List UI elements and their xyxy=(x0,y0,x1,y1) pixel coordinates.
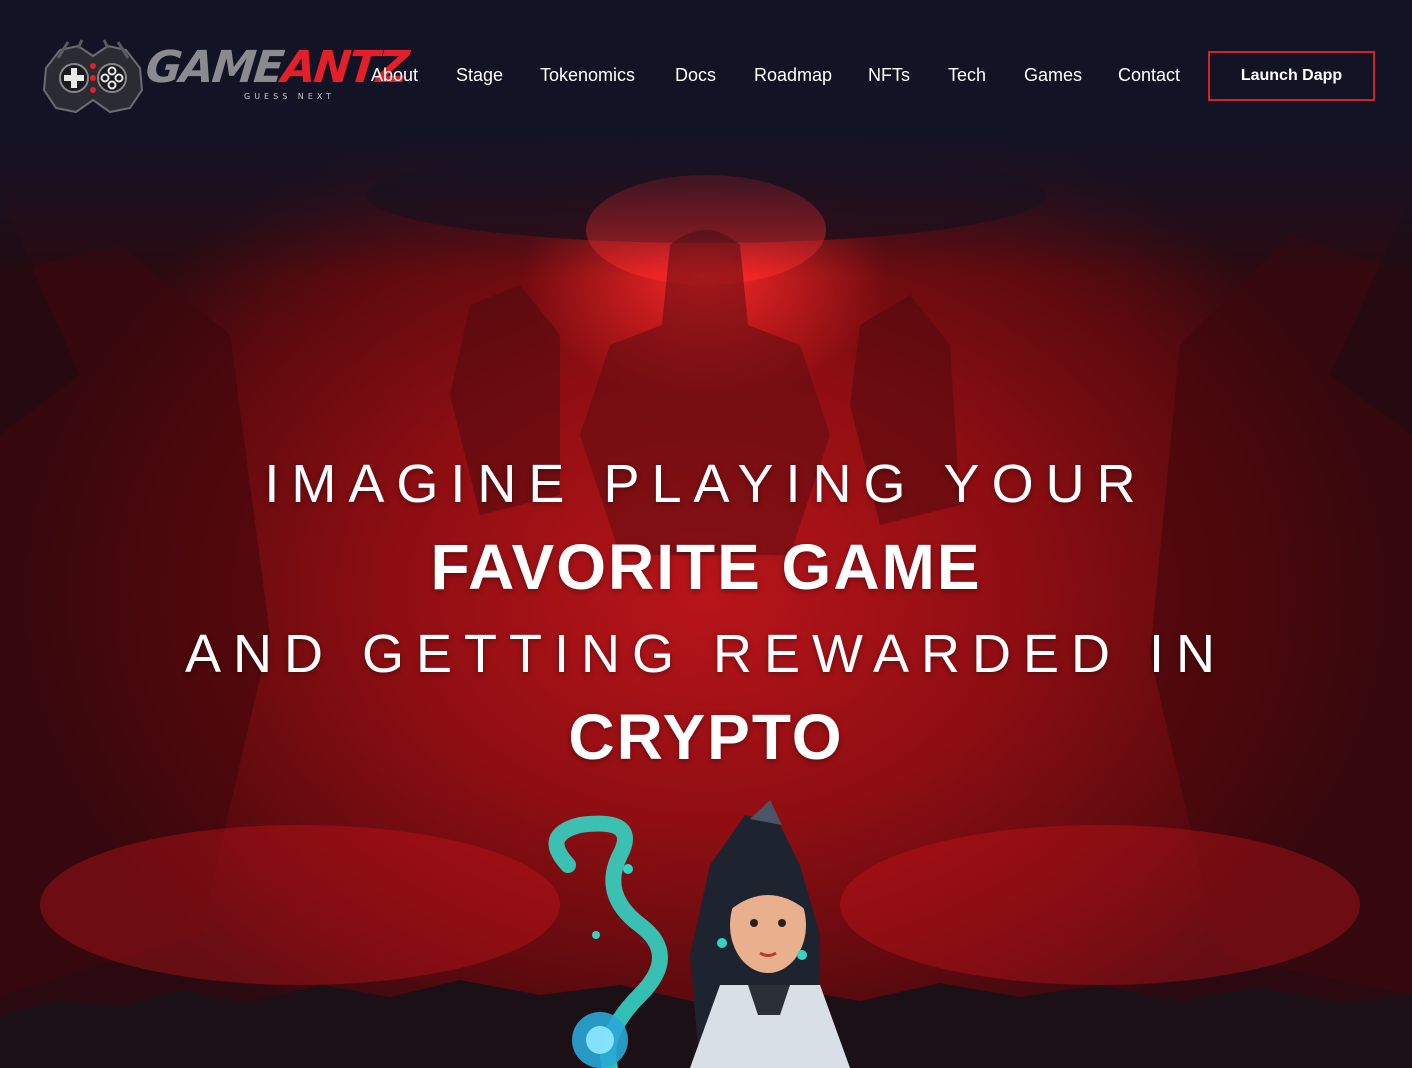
hero-headline-line-2: FAVORITE GAME xyxy=(430,531,982,603)
nav-tokenomics[interactable]: Tokenomics xyxy=(540,62,635,88)
nav-about[interactable]: About xyxy=(371,62,418,88)
nav-contact[interactable]: Contact xyxy=(1118,62,1180,88)
hero-section: IMAGINE PLAYING YOUR FAVORITE GAME AND G… xyxy=(0,135,1412,1068)
launch-dapp-button[interactable]: Launch Dapp xyxy=(1208,51,1375,101)
hero-headline-line-4: CRYPTO xyxy=(568,701,844,773)
nav-roadmap[interactable]: Roadmap xyxy=(754,62,832,88)
nav-stage[interactable]: Stage xyxy=(456,62,503,88)
nav-tech[interactable]: Tech xyxy=(948,62,986,88)
hero-headline-line-1: IMAGINE PLAYING YOUR xyxy=(264,454,1148,514)
nav-games[interactable]: Games xyxy=(1024,62,1082,88)
hero-headline-line-3: AND GETTING REWARDED IN xyxy=(184,624,1228,684)
gamepad-logo-icon xyxy=(42,39,144,114)
brand-wordmark: GAMEANTZ xyxy=(143,42,409,94)
hero-character-illustration xyxy=(548,800,850,1068)
brand-wordmark-part1: GAME xyxy=(143,42,285,93)
nav-nfts[interactable]: NFTs xyxy=(868,62,910,88)
hero-top-fade xyxy=(0,135,1412,275)
brand-logo[interactable]: GAMEANTZ GUESS NEXT xyxy=(38,34,410,120)
nav-docs[interactable]: Docs xyxy=(675,62,716,88)
site-header: GAMEANTZ GUESS NEXT About Stage Tokenomi… xyxy=(0,0,1412,135)
brand-tagline: GUESS NEXT xyxy=(244,92,336,101)
